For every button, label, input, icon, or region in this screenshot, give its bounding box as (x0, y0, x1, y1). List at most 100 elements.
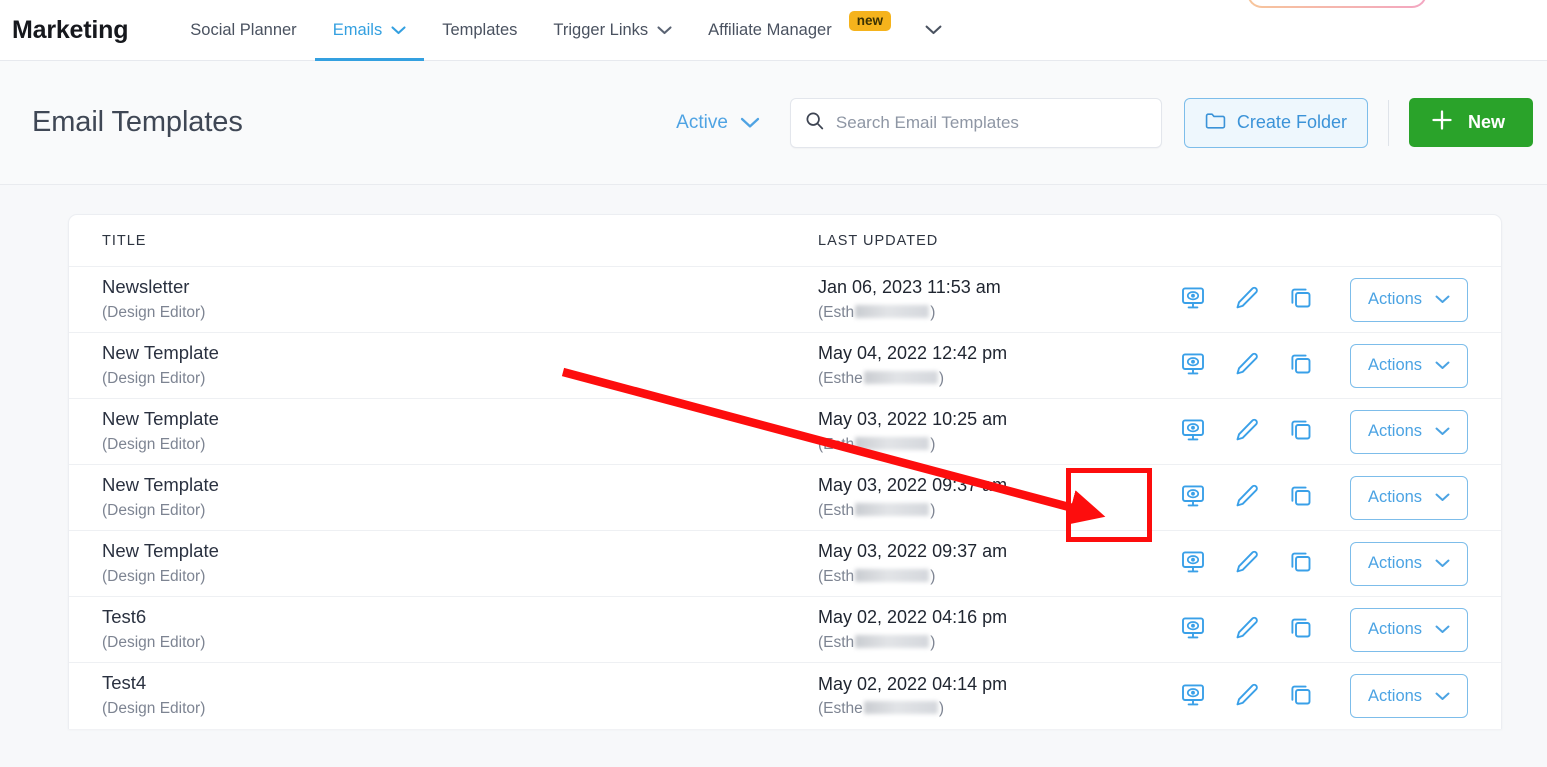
table-row: New Template(Design Editor)May 03, 2022 … (69, 531, 1501, 597)
nav-item-label: Trigger Links (553, 21, 648, 40)
last-updated-timestamp: May 03, 2022 09:37 am (818, 539, 1140, 563)
nav-item-label: Emails (333, 21, 383, 40)
table-row: New Template(Design Editor)May 03, 2022 … (69, 399, 1501, 465)
nav-item-affiliate-manager[interactable]: Affiliate Manager new (690, 0, 909, 61)
chevron-down-icon (1435, 422, 1450, 441)
preview-button[interactable] (1166, 476, 1220, 520)
row-updated-cell: Jan 06, 2023 11:53 am(Esth) (818, 275, 1140, 324)
chevron-down-icon (1435, 290, 1450, 309)
actions-dropdown-button[interactable]: Actions (1350, 344, 1468, 388)
edit-button[interactable] (1220, 476, 1274, 520)
row-action-buttons: Actions (1140, 674, 1501, 718)
edit-button[interactable] (1220, 410, 1274, 454)
table-row: New Template(Design Editor)May 03, 2022 … (69, 465, 1501, 531)
redacted-author-name (855, 569, 929, 582)
nav-item-social-planner[interactable]: Social Planner (172, 0, 314, 61)
author-name-suffix: ) (930, 304, 935, 321)
preview-button[interactable] (1166, 608, 1220, 652)
search-input[interactable] (836, 113, 1147, 133)
actions-dropdown-button[interactable]: Actions (1350, 542, 1468, 586)
nav-item-emails[interactable]: Emails (315, 0, 425, 61)
template-title: Test4 (102, 671, 818, 696)
duplicate-button[interactable] (1274, 476, 1328, 520)
preview-button[interactable] (1166, 542, 1220, 586)
table-row: Test4(Design Editor)May 02, 2022 04:14 p… (69, 663, 1501, 729)
new-template-button[interactable]: New (1409, 98, 1533, 147)
nav-overflow-chevron-down-icon[interactable] (915, 0, 953, 61)
pencil-edit-icon (1234, 351, 1260, 380)
pencil-edit-icon (1234, 682, 1260, 711)
table-row: Test6(Design Editor)May 02, 2022 04:16 p… (69, 597, 1501, 663)
nav-item-trigger-links[interactable]: Trigger Links (535, 0, 690, 61)
row-title-cell: Test4(Design Editor) (102, 671, 818, 720)
top-navigation-bar: Marketing Social Planner Emails Template… (0, 0, 1547, 61)
actions-dropdown-button[interactable]: Actions (1350, 410, 1468, 454)
edit-button[interactable] (1220, 608, 1274, 652)
row-title-cell: New Template(Design Editor) (102, 407, 818, 456)
template-title: New Template (102, 407, 818, 432)
row-title-cell: Newsletter(Design Editor) (102, 275, 818, 324)
preview-button[interactable] (1166, 344, 1220, 388)
preview-button[interactable] (1166, 674, 1220, 718)
preview-button[interactable] (1166, 278, 1220, 322)
redacted-author-name (864, 701, 938, 714)
row-action-buttons: Actions (1140, 344, 1501, 388)
last-updated-timestamp: May 03, 2022 09:37 am (818, 473, 1140, 497)
monitor-eye-preview-icon (1180, 549, 1206, 578)
actions-label: Actions (1368, 422, 1422, 441)
preview-button[interactable] (1166, 410, 1220, 454)
duplicate-button[interactable] (1274, 278, 1328, 322)
template-editor-type: (Design Editor) (102, 301, 818, 324)
actions-dropdown-button[interactable]: Actions (1350, 476, 1468, 520)
copy-duplicate-icon (1288, 417, 1314, 446)
row-action-buttons: Actions (1140, 278, 1501, 322)
page-content: TITLE LAST UPDATED Newsletter(Design Edi… (0, 185, 1547, 767)
template-title: New Template (102, 539, 818, 564)
last-updated-author: (Esth) (818, 301, 1140, 324)
table-row: New Template(Design Editor)May 04, 2022 … (69, 333, 1501, 399)
actions-dropdown-button[interactable]: Actions (1350, 278, 1468, 322)
edit-button[interactable] (1220, 344, 1274, 388)
last-updated-timestamp: May 04, 2022 12:42 pm (818, 341, 1140, 365)
copy-duplicate-icon (1288, 285, 1314, 314)
create-folder-button[interactable]: Create Folder (1184, 98, 1368, 148)
duplicate-button[interactable] (1274, 608, 1328, 652)
page-title: Email Templates (32, 106, 243, 139)
redacted-author-name (864, 371, 938, 384)
row-title-cell: New Template(Design Editor) (102, 341, 818, 390)
last-updated-author: (Esth) (818, 433, 1140, 456)
edit-button[interactable] (1220, 278, 1274, 322)
chevron-down-icon (391, 26, 406, 35)
folder-icon (1205, 111, 1226, 135)
row-updated-cell: May 03, 2022 10:25 am(Esth) (818, 407, 1140, 456)
row-action-buttons: Actions (1140, 476, 1501, 520)
author-name-prefix: (Esth (818, 568, 854, 585)
status-filter-dropdown[interactable]: Active (676, 112, 760, 134)
author-name-suffix: ) (939, 700, 944, 717)
search-box[interactable] (790, 98, 1162, 148)
row-action-buttons: Actions (1140, 542, 1501, 586)
edit-button[interactable] (1220, 542, 1274, 586)
row-updated-cell: May 02, 2022 04:14 pm(Esthe) (818, 672, 1140, 721)
author-name-suffix: ) (939, 370, 944, 387)
chevron-down-icon (1435, 356, 1450, 375)
edit-button[interactable] (1220, 674, 1274, 718)
nav-item-templates[interactable]: Templates (424, 0, 535, 61)
nav-items-list: Social Planner Emails Templates Trigger … (172, 0, 953, 61)
duplicate-button[interactable] (1274, 674, 1328, 718)
template-editor-type: (Design Editor) (102, 433, 818, 456)
pencil-edit-icon (1234, 483, 1260, 512)
author-name-prefix: (Esthe (818, 370, 863, 387)
last-updated-timestamp: May 02, 2022 04:14 pm (818, 672, 1140, 696)
duplicate-button[interactable] (1274, 410, 1328, 454)
nav-item-label: Templates (442, 21, 517, 40)
duplicate-button[interactable] (1274, 344, 1328, 388)
duplicate-button[interactable] (1274, 542, 1328, 586)
column-header-last-updated: LAST UPDATED (818, 233, 1140, 249)
last-updated-author: (Esthe) (818, 367, 1140, 390)
last-updated-author: (Esthe) (818, 697, 1140, 720)
actions-label: Actions (1368, 488, 1422, 507)
actions-dropdown-button[interactable]: Actions (1350, 608, 1468, 652)
actions-dropdown-button[interactable]: Actions (1350, 674, 1468, 718)
plus-icon (1431, 109, 1453, 136)
